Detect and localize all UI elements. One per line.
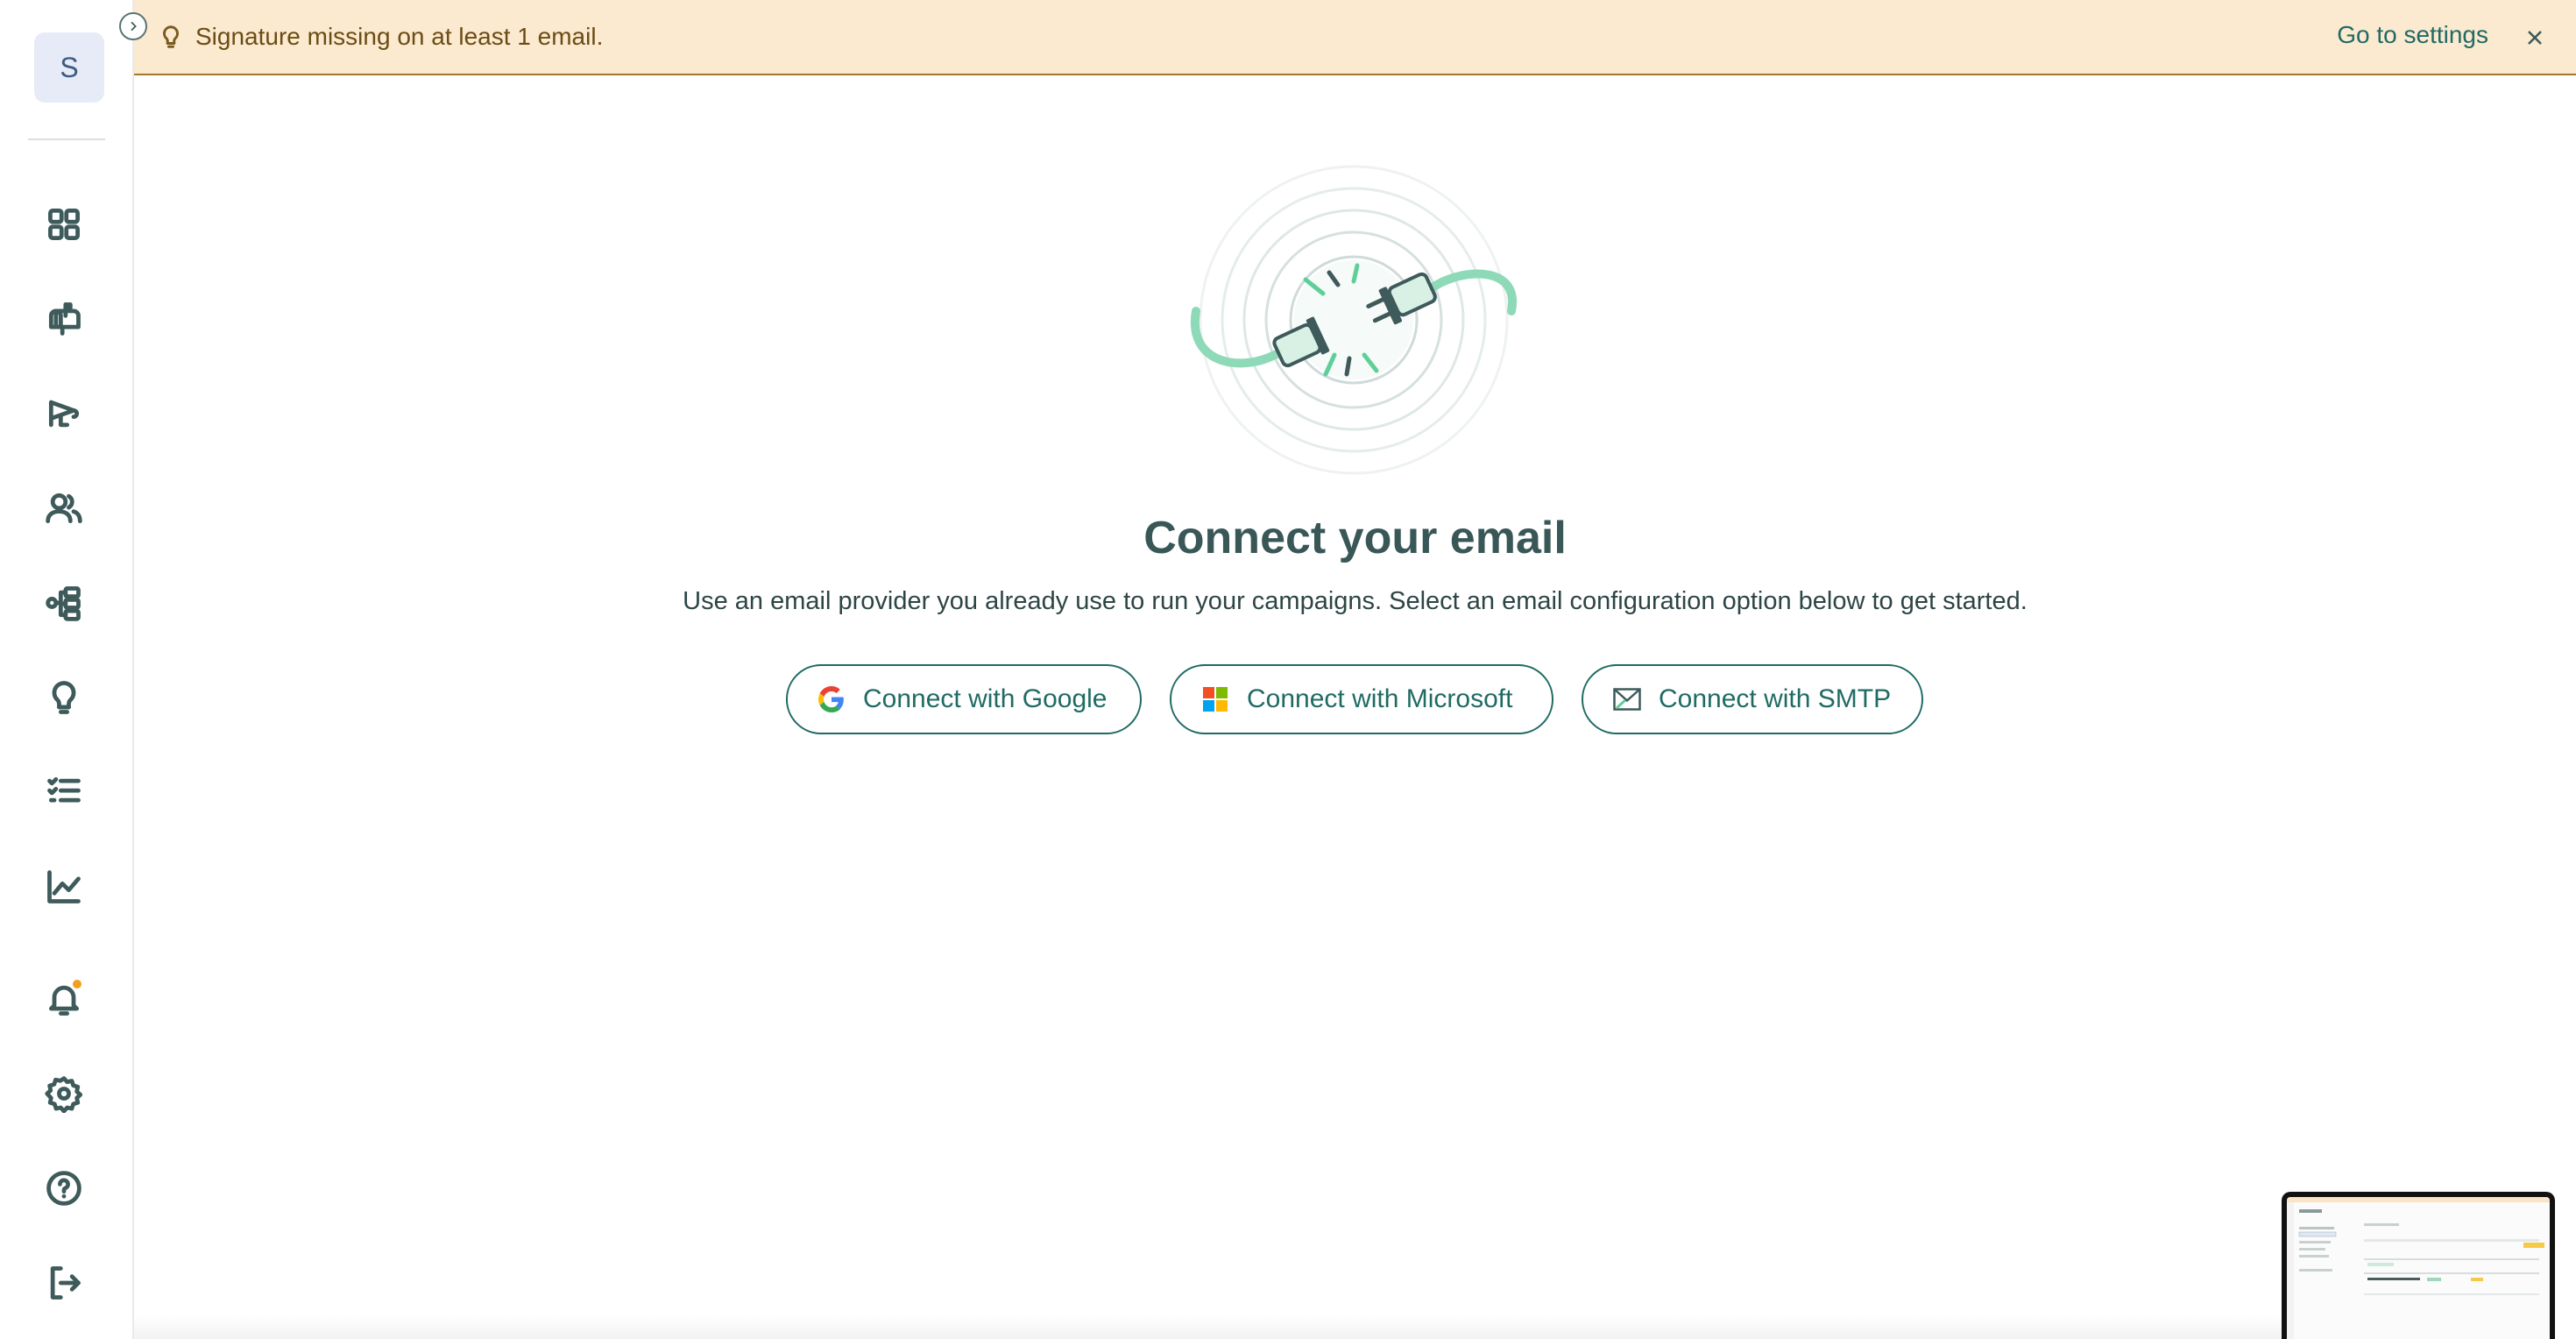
connect-smtp-button[interactable]: Connect with SMTP (1582, 664, 1923, 734)
sidebar: S (0, 0, 134, 1339)
settings-preview-thumbnail[interactable] (2282, 1192, 2555, 1339)
sidebar-item-notifications[interactable] (32, 967, 96, 1031)
grid-icon (48, 209, 80, 240)
avatar[interactable]: S (34, 32, 104, 103)
unplugged-illustration (1190, 165, 1518, 475)
sidebar-collapse-toggle[interactable] (119, 12, 147, 40)
page-title: Connect your email (1143, 513, 1567, 563)
users-icon (46, 492, 82, 524)
envelope-icon (1613, 685, 1641, 713)
lightbulb-icon (52, 681, 76, 714)
sidebar-item-tasks[interactable] (32, 761, 96, 824)
notification-dot (71, 978, 83, 990)
sidebar-item-contacts[interactable] (32, 477, 96, 540)
sidebar-item-help[interactable] (32, 1157, 96, 1220)
banner-close-button[interactable] (2518, 21, 2551, 54)
sidebar-item-workflows[interactable] (32, 571, 96, 634)
go-to-settings-link[interactable]: Go to settings (2337, 21, 2488, 49)
page-subtitle: Use an email provider you already use to… (683, 587, 2028, 615)
connect-google-label: Connect with Google (863, 684, 1108, 713)
line-chart-icon (47, 870, 81, 903)
connect-google-button[interactable]: Connect with Google (786, 664, 1142, 734)
chevron-right-icon (131, 21, 137, 32)
sidebar-divider (28, 138, 105, 140)
sidebar-item-campaigns[interactable] (32, 382, 96, 445)
sidebar-item-analytics[interactable] (32, 855, 96, 918)
sidebar-item-dashboard[interactable] (32, 193, 96, 256)
megaphone-icon (48, 400, 80, 428)
sidebar-item-mailbox[interactable] (32, 287, 96, 351)
signature-warning-banner: Signature missing on at least 1 email. G… (134, 0, 2576, 75)
lightbulb-icon (155, 21, 187, 53)
sidebar-item-settings[interactable] (32, 1062, 96, 1125)
checklist-icon (47, 776, 81, 803)
hierarchy-icon (46, 586, 81, 621)
connect-smtp-label: Connect with SMTP (1659, 684, 1892, 713)
google-icon (817, 685, 846, 713)
close-icon (2528, 31, 2542, 45)
connect-microsoft-label: Connect with Microsoft (1247, 684, 1513, 713)
connect-microsoft-button[interactable]: Connect with Microsoft (1170, 664, 1553, 734)
bottom-shadow (134, 1314, 2282, 1339)
sidebar-item-insights[interactable] (32, 666, 96, 729)
sidebar-item-logout[interactable] (32, 1251, 96, 1314)
microsoft-icon (1201, 685, 1229, 713)
logout-icon (50, 1266, 81, 1300)
help-circle-icon (46, 1171, 81, 1206)
gear-icon (45, 1076, 83, 1113)
mailbox-icon (48, 302, 81, 336)
banner-message: Signature missing on at least 1 email. (195, 23, 604, 50)
